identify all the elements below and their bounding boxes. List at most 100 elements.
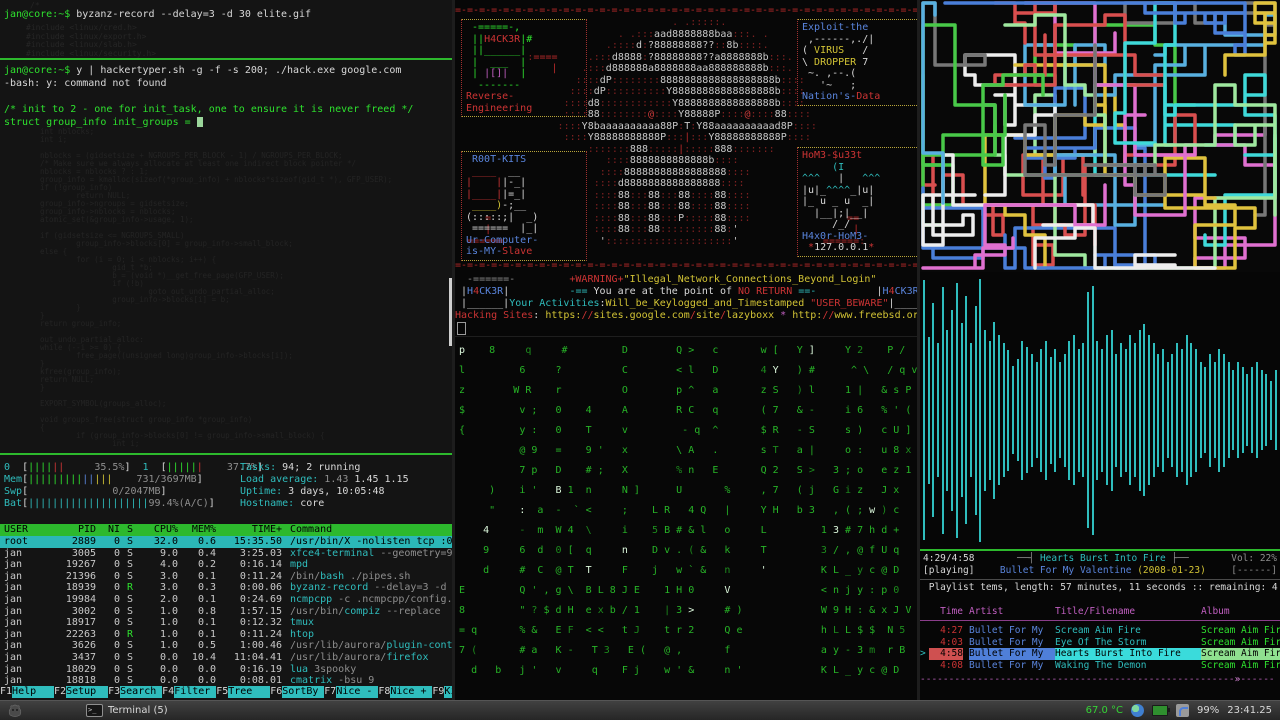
clock[interactable]: 23:41.25 [1227, 705, 1272, 716]
ascii-box-virus-dropper: Exploit-the ,------,./|( VIRUS / \ DROPPE… [797, 19, 918, 106]
tmux-split-line [0, 453, 452, 455]
warning-line: Hacking Sites: https://sites.google.com/… [455, 310, 918, 321]
battery-icon[interactable] [1152, 705, 1171, 716]
playlist-row[interactable]: 4:08 Bullet For My Waking The Demon Scream … [920, 660, 1280, 672]
playlist-column-header[interactable]: Time Artist Title/Filename Album [920, 606, 1280, 618]
track-artist-wrap: Bullet For My Valentine (2008-01-23) [974, 565, 1231, 577]
elite-box-line: ||______| [466, 45, 527, 56]
htop-fkey-kill[interactable]: F9Kill [432, 686, 452, 698]
htop-fkey-nice-+[interactable]: F8Nice + [378, 686, 433, 698]
playlist-row[interactable]: 4:03 Bullet For My Eye Of The Storm Scream … [920, 637, 1280, 649]
taskbar-window-button[interactable]: >_ Terminal (5) [80, 703, 174, 718]
progress-indicator[interactable]: [------] [1231, 565, 1277, 577]
htop-info-line: Hostname: core [240, 498, 325, 509]
process-row[interactable]: jan 21396 0 S 3.0 0.1 0:11.24/bin/bash ./pipes… [0, 571, 452, 583]
viz-bar [937, 343, 940, 477]
htop-fkey-tree[interactable]: F5Tree [216, 686, 271, 698]
pipes-screensaver [920, 0, 1280, 272]
htop-fkey-search[interactable]: F3Search [108, 686, 163, 698]
viz-bar [960, 323, 963, 497]
app-menu-icon[interactable] [6, 703, 24, 719]
viz-bar [1133, 343, 1136, 477]
playlist: 4:27 Bullet For My Scream Aim Fire Scream A… [920, 625, 1280, 671]
hackertyper-code-line-1: /* init to 2 - one for init_task, one to… [4, 104, 414, 115]
elite-box-line: *127.0.0.1* [808, 242, 875, 253]
viz-bar [1087, 292, 1090, 528]
process-row[interactable]: root 2889 0 S 32.0 0.6 15:35.50/usr/bin/X -nol… [0, 536, 452, 548]
viz-bar [1157, 353, 1160, 467]
process-row[interactable]: jan 3005 0 S 9.0 0.4 3:25.03 xfce4-terminal --g… [0, 548, 452, 560]
process-table-header[interactable]: USER PID NI S CPU% MEM% TIME+ Command [0, 524, 452, 536]
cmatrix-rain: p 8 q # D Q > c w [ Y ] Y 2 P / l 6 ? C <… [459, 345, 918, 676]
viz-bar [1026, 347, 1029, 473]
viz-bar [1255, 362, 1258, 458]
viz-bar [927, 336, 930, 484]
viz-bar [1040, 348, 1043, 472]
viz-bar [1162, 348, 1165, 472]
viz-bar [1124, 348, 1127, 472]
ascii-box-rootkits: R00T-KITS ____ __ | ||-_| |____||=_| ____)… [461, 151, 587, 261]
process-row[interactable]: jan 18917 0 S 1.0 0.1 0:12.32 tmux [0, 617, 452, 629]
process-row[interactable]: jan 19984 0 S 2.0 0.1 0:24.69 ncmpcpp -c .ncmpc… [0, 594, 452, 606]
viz-bar [1138, 329, 1141, 491]
viz-bar [1152, 343, 1155, 477]
playlist-info-line: Playlist tems, length: 57 minutes, 11 se… [923, 582, 1278, 593]
htop-info-line: Load average: 1.43 1.45 1.15 [240, 474, 409, 485]
elite-box-line: ~. ,--.( [802, 68, 857, 79]
viz-bar [1044, 340, 1047, 480]
viz-bar [1073, 335, 1075, 485]
elite-box-line: Ur-Computer- [466, 234, 539, 246]
viz-bar [1246, 374, 1249, 446]
elite-box-line: (:::::;| _) [466, 211, 539, 223]
terminal-left-pane[interactable]: /* jan@core:~$ byzanz-record --delay=3 -… [0, 0, 452, 700]
htop-fkey-nice--[interactable]: F7Nice - [324, 686, 379, 698]
htop-fkey-help[interactable]: F1Help [0, 686, 55, 698]
updates-icon[interactable] [1176, 704, 1190, 717]
viz-bar [1054, 348, 1057, 472]
process-row[interactable]: jan 3002 0 S 1.0 0.8 1:57.15/usr/bin/compiz --… [0, 606, 452, 618]
process-row[interactable]: jan 18029 0 S 0.0 0.0 0:16.19 lua 3spooky [0, 664, 452, 676]
warning-line: -======- +WARNING+"Illegal_Network_Conne… [455, 274, 877, 285]
process-table: root 2889 0 S 32.0 0.6 15:35.50/usr/bin/X -nol… [0, 536, 452, 687]
htop-fkey-filter[interactable]: F4Filter [162, 686, 217, 698]
battery-percentage: 99% [1197, 705, 1220, 716]
process-row[interactable]: jan 22263 0 R 1.0 0.1 0:11.24 htop [0, 629, 452, 641]
pipe-segment [1033, 226, 1217, 270]
process-row[interactable]: jan 18818 0 S 0.0 0.0 0:08.01 cmatrix -bsu 9 [0, 675, 452, 687]
viz-bar [1082, 343, 1085, 477]
system-tray: 67.0 °C 99% 23:41.25 [1086, 704, 1280, 717]
terminal-center-pane[interactable]: =-=-=-=-=-=-=-=-=-=-=-=-=-=-=-=-=-=-=-=-… [455, 0, 918, 700]
playlist-row[interactable]: >4:58 Bullet For My Hearts Burst Into Fire… [920, 648, 1280, 660]
track-artist: Bullet For My Valentine [999, 565, 1132, 576]
viz-bar [951, 309, 954, 511]
shell-prompt: jan@core [4, 65, 53, 76]
pipe-segment [1023, 1, 1197, 217]
network-globe-icon[interactable] [1131, 704, 1145, 717]
viz-bar [1232, 370, 1235, 450]
htop-function-bar: F1Help F2Setup F3Search F4Filter F5Tree F6… [0, 686, 452, 698]
process-row[interactable]: jan 18939 0 R 3.0 0.3 0:00.06 byzanz-record --d… [0, 582, 452, 594]
htop-fkey-sortby[interactable]: F6SortBy [270, 686, 325, 698]
terminal-command-block-1: jan@core:~$ byzanz-record --delay=3 -d 3… [0, 8, 311, 21]
process-row[interactable]: jan 3437 0 S 0.0 10.4 11:04.41/usr/lib/aurora/… [0, 652, 452, 664]
terminal-right-pane[interactable]: 4:29/4:58 ──┤ Hearts Burst Into Fire ├──… [920, 0, 1280, 700]
text-cursor [196, 117, 203, 127]
pane-split-line [455, 336, 918, 337]
playlist-row[interactable]: 4:27 Bullet For My Scream Aim Fire Scream A… [920, 625, 1280, 637]
viz-bar [1171, 353, 1174, 467]
elite-box-line: ____)-;__ [466, 200, 527, 211]
htop-fkey-setup[interactable]: F2Setup [54, 686, 109, 698]
viz-bar [1223, 353, 1225, 467]
viz-bar [1274, 370, 1277, 450]
volume-indicator[interactable]: Vol: 22% [1231, 553, 1277, 565]
viz-bar [1105, 335, 1108, 485]
process-row[interactable]: jan 19267 0 S 4.0 0.2 0:16.14 mpd [0, 559, 452, 571]
htop-meter-line: Bat[||||||||||||||||||||99.4%(A/C)] [4, 498, 215, 509]
viz-bar [983, 329, 986, 491]
elite-box-line: HoM3-$u33t [802, 150, 863, 161]
process-row[interactable]: jan 3626 0 S 1.0 0.5 1:00.46/usr/lib/aurora/pl… [0, 640, 452, 652]
htop-info-line: Uptime: 3 days, 10:05:48 [240, 486, 385, 497]
viz-bar [1148, 335, 1150, 485]
viz-bar [1194, 348, 1197, 472]
elite-box-line: ( VIRUS / [802, 45, 869, 56]
